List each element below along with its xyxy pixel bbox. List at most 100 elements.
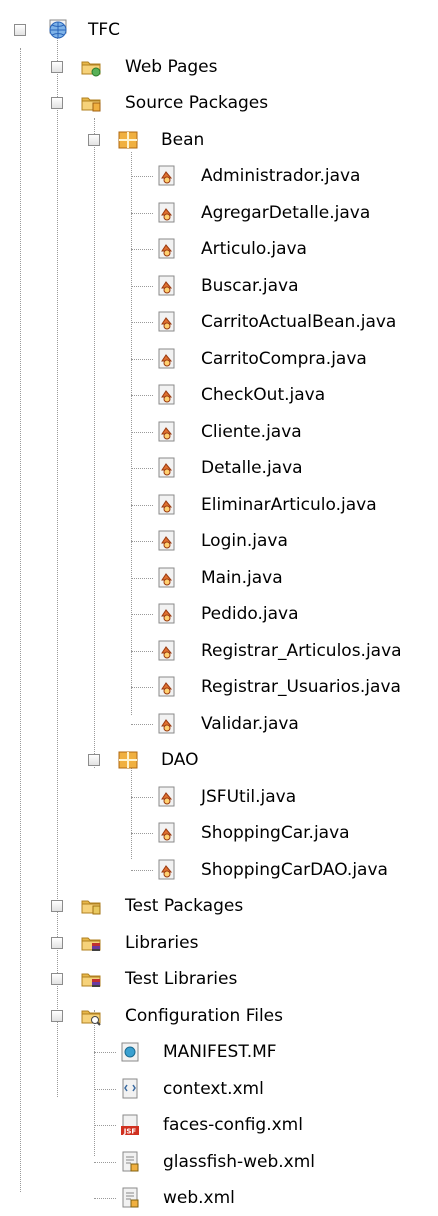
node-label: Test Libraries [125,969,238,989]
tree-line [131,395,153,396]
tree-node-libraries[interactable]: Libraries [0,925,438,961]
node-label: Login.java [201,531,288,551]
java-file-icon [156,567,178,589]
expand-toggle[interactable] [51,900,63,912]
node-label: Buscar.java [201,276,299,296]
collapse-toggle[interactable] [88,134,100,146]
tree-node-web-pages[interactable]: Web Pages [0,49,438,85]
tree-line [131,249,153,250]
tree-line [131,578,153,579]
collapse-toggle[interactable] [51,1010,63,1022]
tree-node-test-packages[interactable]: Test Packages [0,888,438,924]
java-file-icon [156,530,178,552]
tree-node-java-file[interactable]: Articulo.java [0,231,438,267]
node-label: Source Packages [125,93,269,113]
tree-line [131,432,153,433]
tree-line [131,870,153,871]
tree-node-config-file[interactable]: context.xml [0,1071,438,1107]
tree-node-java-file[interactable]: ShoppingCar.java [0,815,438,851]
node-label: web.xml [163,1188,235,1208]
node-label: Configuration Files [125,1006,283,1026]
node-label: Bean [161,130,205,150]
node-label: Registrar_Articulos.java [201,641,402,661]
tree-line [131,359,153,360]
tree-line [131,797,153,798]
tree-line [131,322,153,323]
node-label: MANIFEST.MF [163,1042,277,1062]
tree-line [131,833,153,834]
node-label: Validar.java [201,714,299,734]
java-file-icon [156,275,178,297]
tree-node-java-file[interactable]: Buscar.java [0,268,438,304]
package-icon [117,749,139,771]
node-label: Pedido.java [201,604,299,624]
tree-line [131,468,153,469]
tree-line [94,1125,116,1126]
tree-node-tfc[interactable]: TFC [0,12,438,48]
tree-node-source-packages[interactable]: Source Packages [0,85,438,121]
tree-node-java-file[interactable]: Pedido.java [0,596,438,632]
tree-node-dao[interactable]: DAO [0,742,438,778]
tree-line [131,213,153,214]
node-label: Administrador.java [201,166,361,186]
node-label: Test Packages [125,896,244,916]
java-file-icon [156,859,178,881]
node-label: Articulo.java [201,239,307,259]
tree-line [131,687,153,688]
tree-node-java-file[interactable]: Registrar_Usuarios.java [0,669,438,705]
tree-line [94,1052,116,1053]
tree-line [131,614,153,615]
tree-line [94,1162,116,1163]
collapse-toggle[interactable] [14,24,26,36]
tree-node-java-file[interactable]: Validar.java [0,706,438,742]
java-file-icon [156,457,178,479]
expand-toggle[interactable] [51,973,63,985]
project-tree: TFC Web Pages Source Packages Bean Administr… [0,0,438,1208]
java-file-icon [156,202,178,224]
tree-node-java-file[interactable]: Registrar_Articulos.java [0,633,438,669]
node-label: Libraries [125,933,199,953]
node-label: glassfish-web.xml [163,1152,316,1172]
tree-node-config-file[interactable]: MANIFEST.MF [0,1034,438,1070]
tree-node-java-file[interactable]: EliminarArticulo.java [0,487,438,523]
tree-node-java-file[interactable]: ShoppingCarDAO.java [0,852,438,888]
tree-node-java-file[interactable]: Administrador.java [0,158,438,194]
tree-node-bean[interactable]: Bean [0,122,438,158]
node-label: Cliente.java [201,422,302,442]
library-folder-icon [80,932,102,954]
tree-node-java-file[interactable]: CheckOut.java [0,377,438,413]
tree-node-java-file[interactable]: JSFUtil.java [0,779,438,815]
tree-node-config-file[interactable]: web.xml [0,1180,438,1216]
tree-line [131,541,153,542]
node-label: ShoppingCar.java [201,823,350,843]
tree-node-java-file[interactable]: Detalle.java [0,450,438,486]
test-folder-icon [80,895,102,917]
java-file-icon [156,348,178,370]
tree-node-java-file[interactable]: AgregarDetalle.java [0,195,438,231]
tree-node-java-file[interactable]: CarritoCompra.java [0,341,438,377]
tree-node-config-file[interactable]: JSF faces-config.xml [0,1107,438,1143]
node-label: DAO [161,750,199,770]
tree-node-config-file[interactable]: glassfish-web.xml [0,1144,438,1180]
tree-node-java-file[interactable]: Main.java [0,560,438,596]
tree-line [94,1198,116,1199]
tree-node-java-file[interactable]: CarritoActualBean.java [0,304,438,340]
svg-text:JSF: JSF [123,1128,137,1136]
tree-node-java-file[interactable]: Login.java [0,523,438,559]
collapse-toggle[interactable] [88,754,100,766]
expand-toggle[interactable] [51,61,63,73]
node-label: context.xml [163,1079,264,1099]
java-file-icon [156,421,178,443]
xml-icon [119,1078,141,1100]
node-label: CarritoCompra.java [201,349,367,369]
xml-config-icon [119,1187,141,1209]
tree-node-test-libraries[interactable]: Test Libraries [0,961,438,997]
collapse-toggle[interactable] [51,97,63,109]
source-folder-icon [80,92,102,114]
expand-toggle[interactable] [51,937,63,949]
tree-line [94,1089,116,1090]
tree-node-configuration-files[interactable]: Configuration Files [0,998,438,1034]
java-file-icon [156,165,178,187]
tree-node-java-file[interactable]: Cliente.java [0,414,438,450]
node-label: ShoppingCarDAO.java [201,860,388,880]
